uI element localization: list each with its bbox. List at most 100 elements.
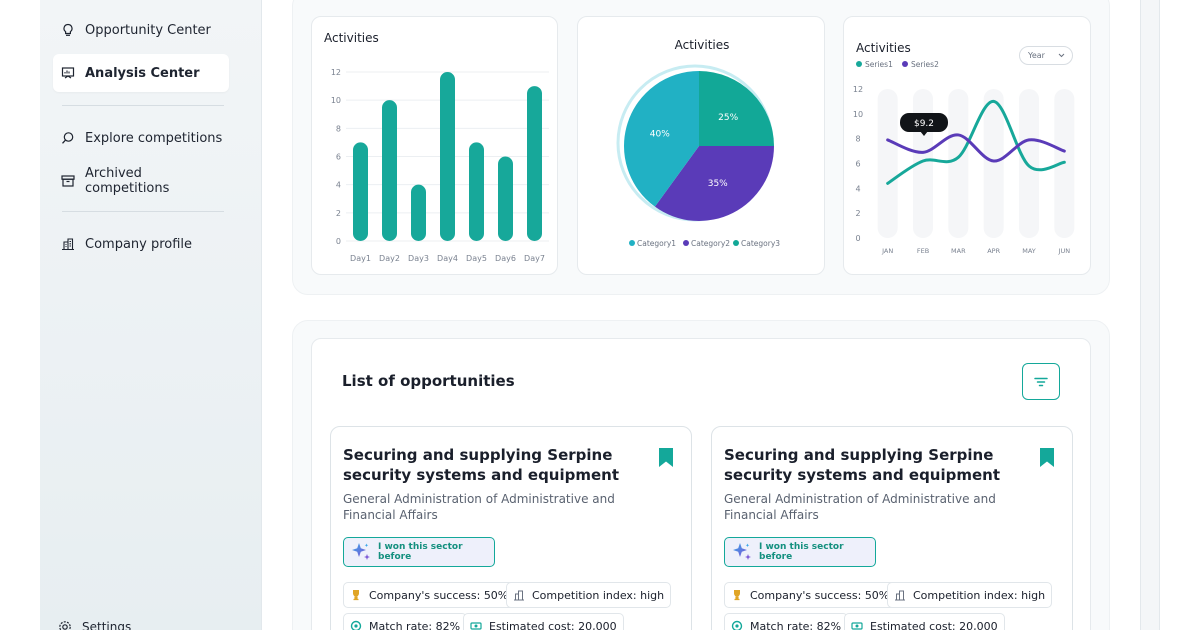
x-tick-label: MAY	[1022, 247, 1036, 255]
legend-label: Series1	[865, 60, 893, 69]
legend-label: Category2	[691, 239, 730, 248]
legend-marker	[683, 240, 689, 246]
sidebar-item-analysis-center[interactable]: Analysis Center	[53, 54, 229, 92]
sidebar-item-explore-competitions[interactable]: Explore competitions	[53, 119, 229, 157]
opportunity-title[interactable]: Securing and supplying Serpine security …	[724, 445, 1024, 485]
legend-marker	[733, 240, 739, 246]
right-edge	[1140, 0, 1200, 630]
sidebar-item-company-profile[interactable]: Company profile	[53, 225, 229, 263]
scrollbar-track[interactable]	[1140, 0, 1160, 630]
y-tick-label: 0	[855, 234, 860, 243]
column-background	[1019, 89, 1039, 238]
legend-label: Category3	[741, 239, 780, 248]
sparkle-icon	[350, 541, 372, 563]
opportunity-title[interactable]: Securing and supplying Serpine security …	[343, 445, 643, 485]
y-tick-label: 10	[853, 110, 863, 119]
x-tick-label: Day7	[524, 254, 545, 263]
y-tick-label: 12	[331, 68, 341, 77]
sidebar-item-archived-competitions[interactable]: Archived competitions	[53, 162, 229, 200]
bar	[411, 184, 426, 241]
bookmark-icon[interactable]	[1040, 448, 1054, 467]
presentation-icon	[61, 66, 75, 80]
x-tick-label: Day1	[350, 254, 371, 263]
x-tick-label: MAR	[951, 247, 966, 255]
line-chart: 12 10 8 6 4 2 0 JAN FEB MAR APR MAY JUN Series1 Series…	[853, 60, 1075, 255]
trophy-icon	[350, 589, 362, 601]
match-rate-text: Match rate: 82%	[369, 619, 461, 630]
y-tick-label: 6	[855, 160, 860, 169]
legend-label: Series2	[911, 60, 939, 69]
y-tick-label: 8	[855, 135, 860, 144]
bar	[469, 142, 484, 241]
match-icon	[350, 620, 362, 630]
bar-chart: 12 10 8 6 4 2 0 Day1 Day2 Day3 Day4 Day5 Day6 Day7	[331, 68, 549, 263]
x-tick-label: JAN	[881, 247, 893, 255]
legend-marker	[856, 61, 862, 67]
legend-label: Category1	[637, 239, 676, 248]
match-icon	[731, 620, 743, 630]
opportunity-card[interactable]: Securing and supplying Serpine security …	[330, 426, 692, 630]
filter-button[interactable]	[1022, 363, 1060, 400]
company-success-tag: Company's success: 50%	[724, 582, 897, 608]
y-tick-label: 4	[855, 184, 860, 193]
estimated-cost-tag: Estimated cost: 20,000	[844, 613, 1005, 630]
company-success-text: Company's success: 50%	[750, 588, 890, 602]
column-background	[877, 89, 898, 238]
bar	[440, 72, 455, 241]
bar	[527, 86, 542, 241]
money-icon	[470, 620, 482, 630]
x-tick-label: Day5	[466, 254, 487, 263]
pie-slice-label: 35%	[708, 179, 728, 189]
sidebar-item-opportunity-center[interactable]: Opportunity Center	[53, 11, 229, 49]
x-tick-label: JUN	[1058, 247, 1071, 255]
line-chart-card: Activities Year 12 10 8 6 4 2 0 JAN FEB MAR APR MAY…	[843, 16, 1091, 275]
won-sector-label: I won this sector before	[759, 542, 844, 562]
match-rate-tag: Match rate: 82%	[724, 613, 849, 630]
company-success-text: Company's success: 50%	[369, 588, 509, 602]
sidebar-item-label: Analysis Center	[85, 65, 200, 81]
sidebar-item-label: Opportunity Center	[85, 22, 211, 38]
bar	[353, 142, 368, 241]
lightbulb-icon	[61, 23, 75, 37]
y-tick-label: 2	[336, 209, 341, 218]
won-sector-badge: I won this sector before	[724, 537, 876, 567]
sparkle-icon	[731, 541, 753, 563]
x-tick-label: Day4	[437, 254, 458, 263]
building-icon	[894, 589, 906, 601]
pie-chart-card: Activities 25% 35% 40% Category1 Category2 Ca…	[577, 16, 825, 275]
pie-slice-label: 40%	[650, 129, 670, 139]
divider	[62, 211, 224, 212]
sidebar-item-label: Archived competitions	[85, 166, 170, 196]
won-sector-badge: I won this sector before	[343, 537, 495, 567]
gear-icon	[58, 620, 72, 630]
bar-chart-card: Activities 12 10 8 6 4 2 0 Day1 Day2 Day3 Day4 Day5…	[311, 16, 558, 275]
pie-chart: 25% 35% 40% Category1 Category2 Category3	[616, 64, 780, 248]
bookmark-icon[interactable]	[659, 448, 673, 467]
sidebar-item-label: Explore competitions	[85, 130, 223, 146]
sidebar-item-settings[interactable]: Settings	[58, 620, 131, 630]
settings-label: Settings	[82, 620, 132, 630]
opportunity-organization: General Administration of Administrative…	[724, 492, 996, 522]
y-tick-label: 8	[336, 124, 341, 133]
bar	[498, 156, 513, 241]
divider	[62, 105, 224, 106]
search-icon	[61, 131, 75, 145]
x-tick-label: Day2	[379, 254, 400, 263]
opportunity-card[interactable]: Securing and supplying Serpine security …	[711, 426, 1073, 630]
building-icon	[61, 237, 75, 251]
competition-index-text: Competition index: high	[532, 588, 665, 602]
legend-marker	[629, 240, 635, 246]
legend-marker	[902, 61, 908, 67]
competition-index-tag: Competition index: high	[887, 582, 1053, 608]
pie-slice	[699, 71, 774, 146]
x-tick-label: APR	[987, 247, 1000, 255]
filter-icon	[1033, 376, 1049, 388]
tooltip-label: $9.2	[914, 119, 934, 129]
competition-index-tag: Competition index: high	[506, 582, 672, 608]
archive-icon	[61, 174, 75, 188]
match-rate-text: Match rate: 82%	[750, 619, 842, 630]
bar	[382, 100, 397, 242]
x-tick-label: Day3	[408, 254, 429, 263]
column-background	[948, 89, 969, 238]
estimated-cost-text: Estimated cost: 20,000	[870, 619, 998, 630]
